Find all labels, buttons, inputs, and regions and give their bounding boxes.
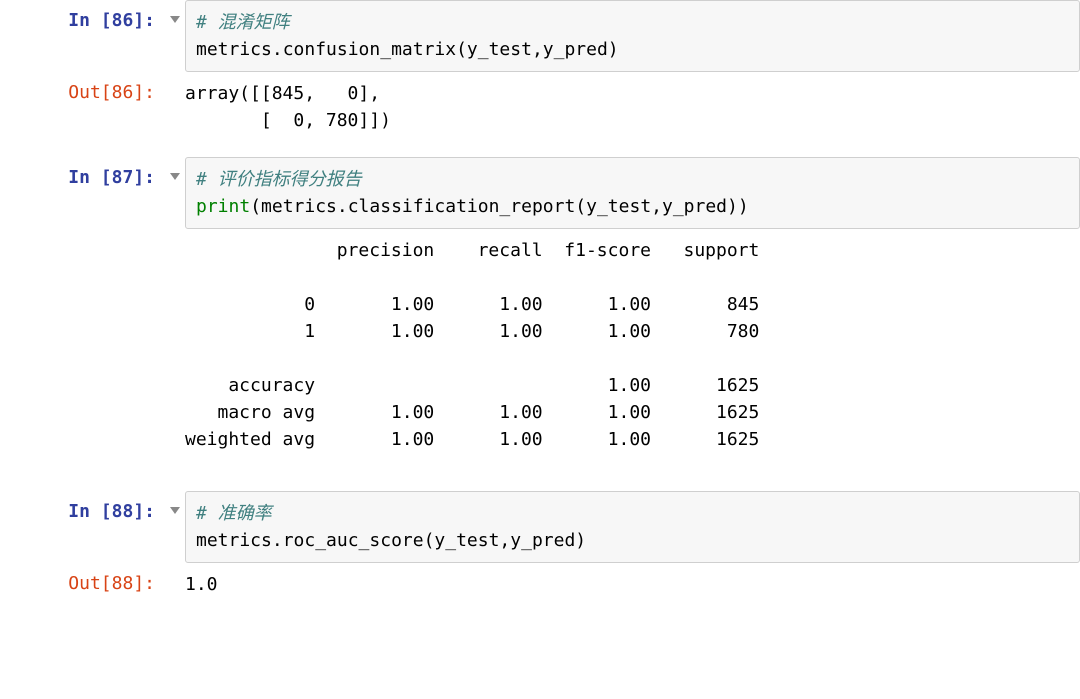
output-text-86: array([[845, 0], [ 0, 780]]) xyxy=(185,72,1080,142)
collapse-toggle-88[interactable] xyxy=(165,491,185,563)
code-cell-87: In [87]: # 评价指标得分报告 print(metrics.classi… xyxy=(0,157,1080,229)
output-text-87: precision recall f1-score support 0 1.00… xyxy=(185,229,1080,461)
code-input-88[interactable]: # 准确率 metrics.roc_auc_score(y_test,y_pre… xyxy=(185,491,1080,563)
chevron-down-icon xyxy=(170,16,180,23)
prompt-in-87: In [87]: xyxy=(0,157,165,229)
code-cell-86: In [86]: # 混淆矩阵 metrics.confusion_matrix… xyxy=(0,0,1080,72)
collapse-spacer xyxy=(165,72,185,142)
prompt-in-88: In [88]: xyxy=(0,491,165,563)
prompt-in-86: In [86]: xyxy=(0,0,165,72)
code-input-87[interactable]: # 评价指标得分报告 print(metrics.classification_… xyxy=(185,157,1080,229)
output-cell-88: Out[88]: 1.0 xyxy=(0,563,1080,606)
output-cell-86: Out[86]: array([[845, 0], [ 0, 780]]) xyxy=(0,72,1080,142)
collapse-toggle-86[interactable] xyxy=(165,0,185,72)
collapse-spacer xyxy=(165,563,185,606)
code-cell-88: In [88]: # 准确率 metrics.roc_auc_score(y_t… xyxy=(0,491,1080,563)
code-line: metrics.confusion_matrix(y_test,y_pred) xyxy=(196,39,619,60)
chevron-down-icon xyxy=(170,507,180,514)
prompt-out-86: Out[86]: xyxy=(0,72,165,142)
collapse-spacer xyxy=(165,229,185,461)
prompt-out-87-empty xyxy=(0,229,165,461)
prompt-out-88: Out[88]: xyxy=(0,563,165,606)
code-input-86[interactable]: # 混淆矩阵 metrics.confusion_matrix(y_test,y… xyxy=(185,0,1080,72)
code-line: metrics.roc_auc_score(y_test,y_pred) xyxy=(196,530,586,551)
chevron-down-icon xyxy=(170,173,180,180)
code-comment: # 混淆矩阵 xyxy=(196,12,290,33)
collapse-toggle-87[interactable] xyxy=(165,157,185,229)
output-text-88: 1.0 xyxy=(185,563,1080,606)
output-cell-87: precision recall f1-score support 0 1.00… xyxy=(0,229,1080,461)
code-comment: # 评价指标得分报告 xyxy=(196,169,362,190)
code-call: print xyxy=(196,196,250,217)
code-comment: # 准确率 xyxy=(196,503,272,524)
code-rest: (metrics.classification_report(y_test,y_… xyxy=(250,196,749,217)
